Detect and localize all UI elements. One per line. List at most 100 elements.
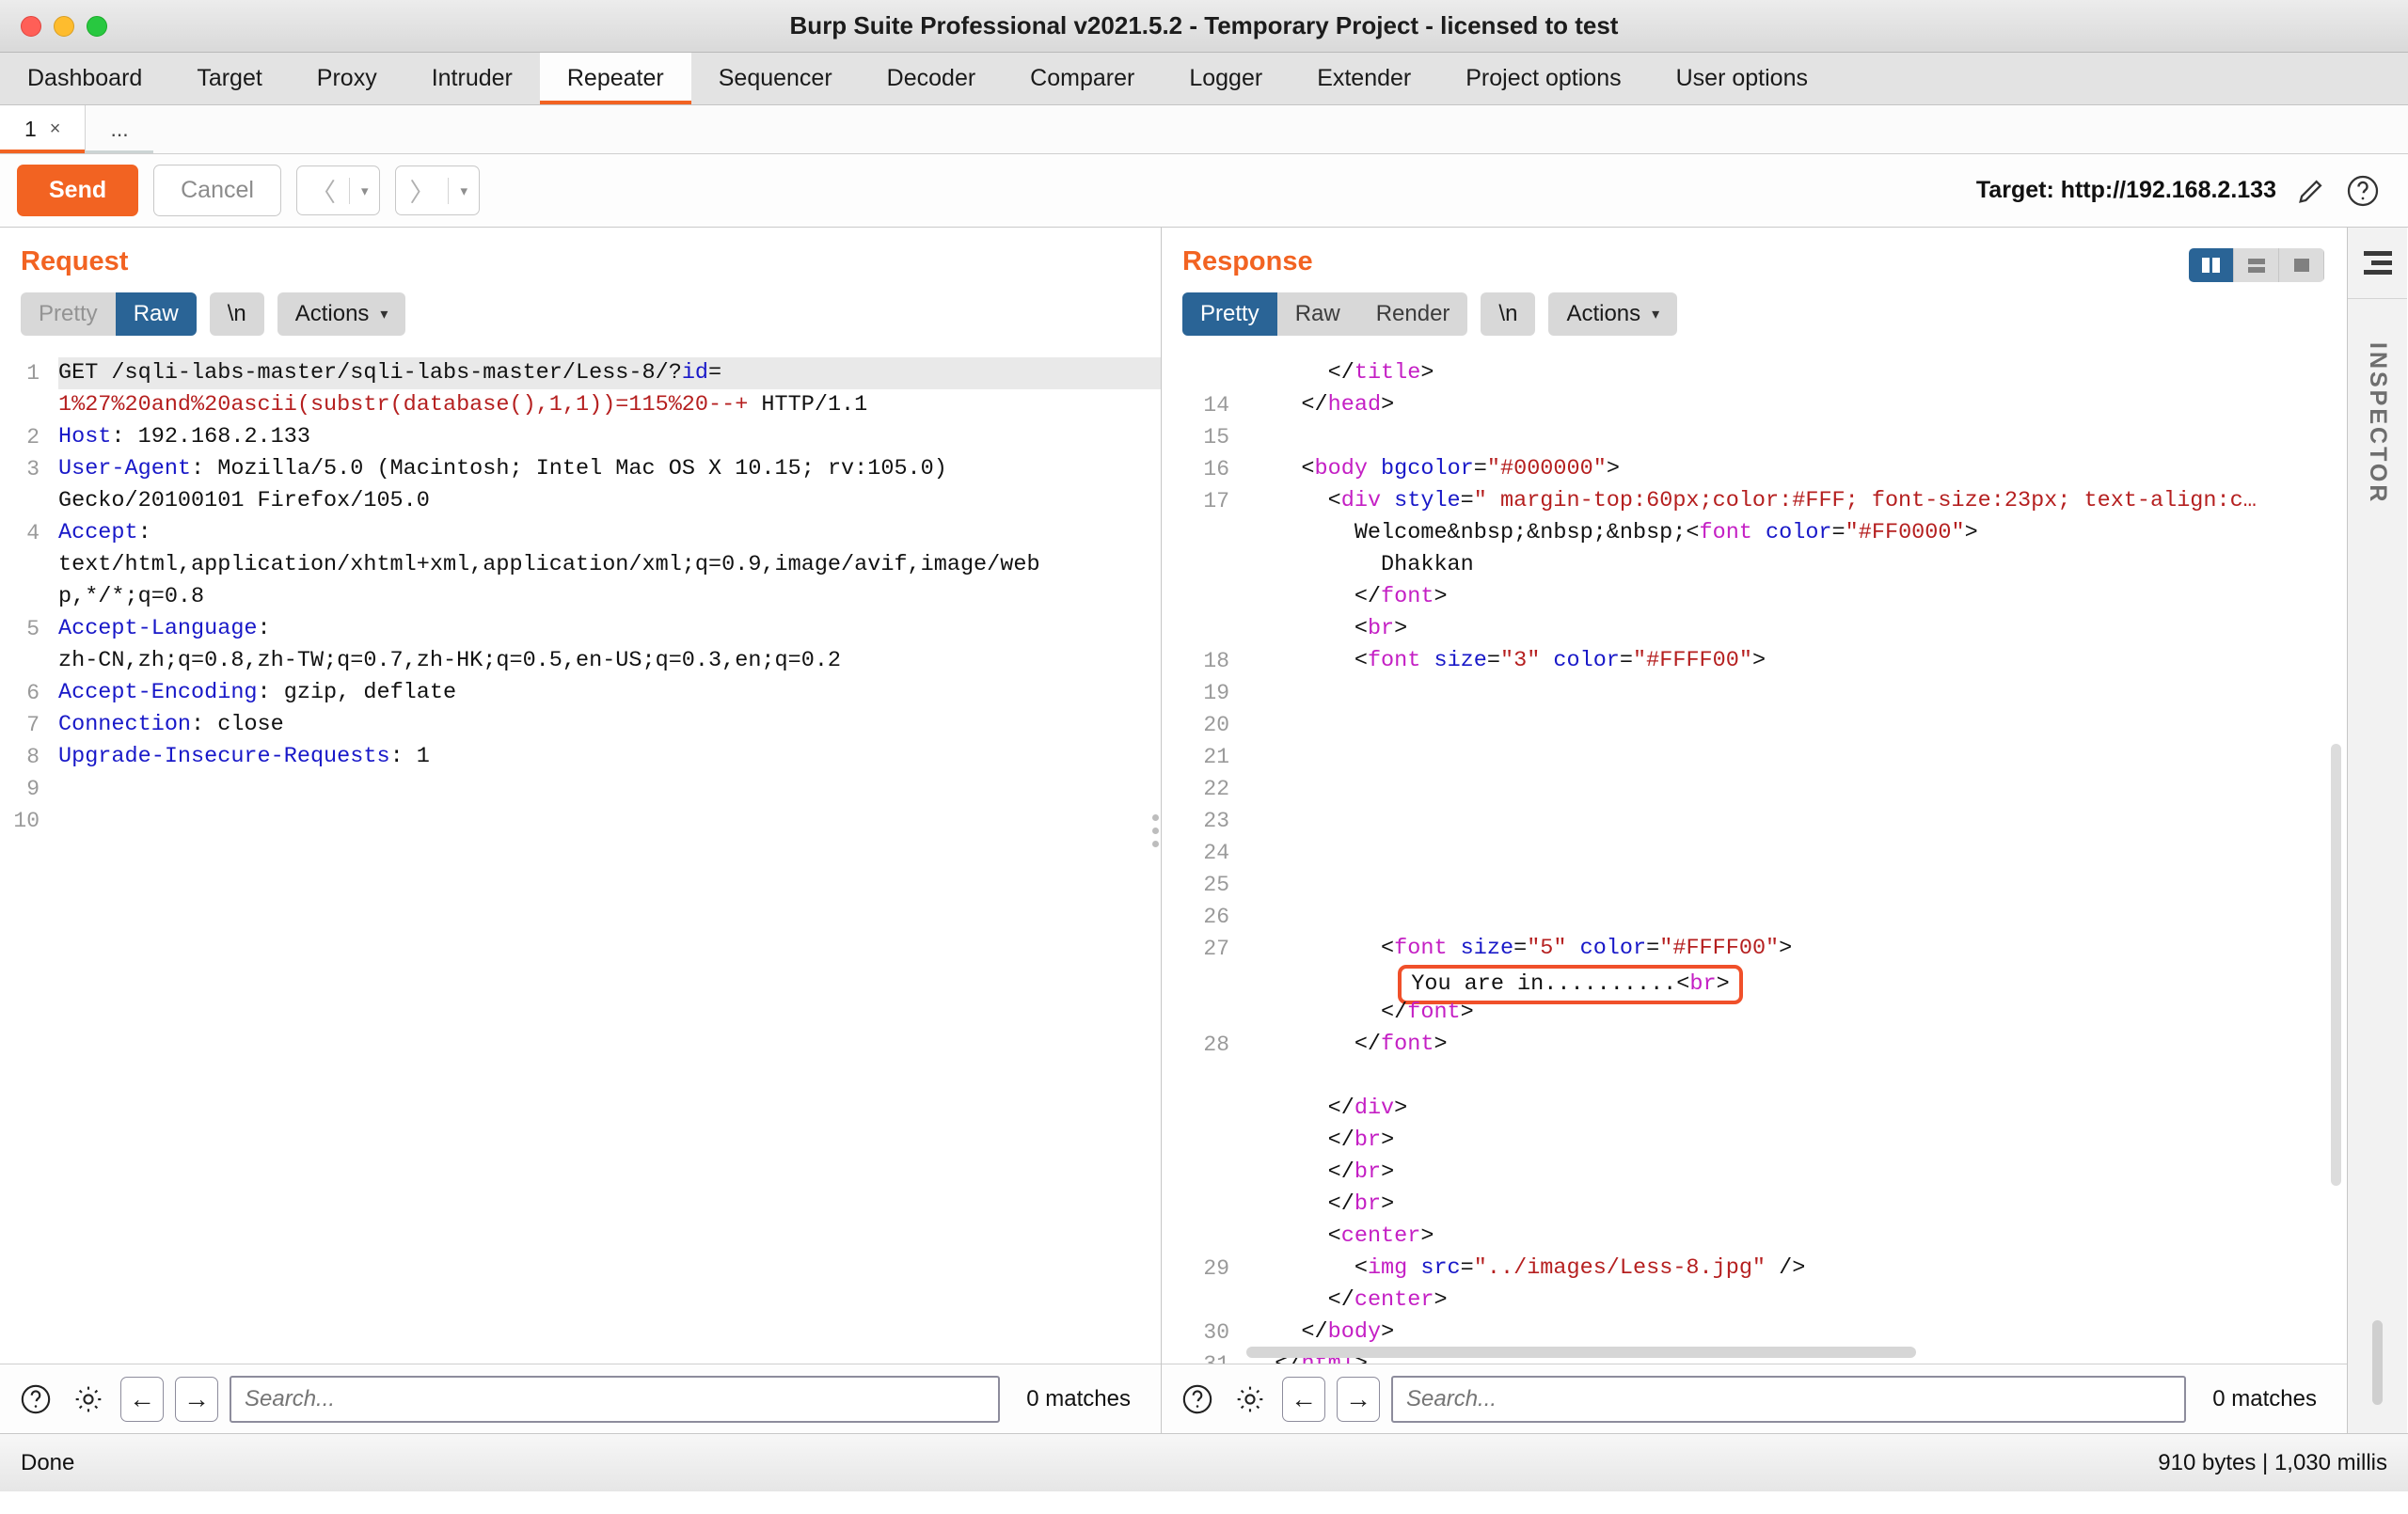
back-button[interactable]: 〈 ▾	[295, 166, 381, 215]
code-token: style	[1381, 488, 1461, 513]
pencil-icon[interactable]	[2295, 175, 2327, 207]
split-vertical-icon[interactable]	[2189, 248, 2234, 282]
code-line: </br>	[1248, 1189, 2347, 1221]
request-raw-tab[interactable]: Raw	[115, 292, 197, 336]
code-token: center	[1354, 1287, 1434, 1313]
code-token: body	[1327, 1319, 1382, 1345]
line-number: 14	[1203, 393, 1229, 418]
code-token: =	[1460, 488, 1474, 513]
close-icon[interactable]: ×	[50, 118, 61, 140]
gear-icon[interactable]	[1229, 1379, 1271, 1420]
code-token: >	[1779, 936, 1793, 961]
code-token: =	[1831, 520, 1846, 545]
request-editor[interactable]: 1 2 3 4 5 6 7 8 9 10 GET /sqli-labs-master/sqli-l…	[0, 349, 1161, 1364]
code-token: font	[1407, 1000, 1461, 1025]
code-token: =	[1513, 936, 1528, 961]
help-icon[interactable]	[15, 1379, 56, 1420]
code-line: <img src="../images/Less-8.jpg" />	[1248, 1253, 2347, 1285]
response-pretty-tab[interactable]: Pretty	[1182, 292, 1277, 336]
single-pane-icon[interactable]	[2279, 248, 2324, 282]
repeater-tab-more[interactable]: ...	[86, 105, 154, 153]
request-pretty-tab[interactable]: Pretty	[21, 292, 116, 336]
search-prev-button[interactable]: ←	[1282, 1376, 1325, 1422]
main-tab-repeater[interactable]: Repeater	[539, 53, 691, 104]
response-horizontal-scrollbar[interactable]	[1246, 1347, 2309, 1358]
gear-icon[interactable]	[68, 1379, 109, 1420]
main-tab-comparer[interactable]: Comparer	[1003, 53, 1162, 104]
line-number: 6	[26, 681, 40, 705]
request-newline-toggle[interactable]: \n	[209, 292, 264, 336]
code-token: bgcolor	[1367, 456, 1474, 481]
line-number: 17	[1203, 489, 1229, 513]
main-tab-logger[interactable]: Logger	[1162, 53, 1290, 104]
main-tab-decoder[interactable]: Decoder	[860, 53, 1004, 104]
main-tab-target[interactable]: Target	[169, 53, 289, 104]
code-line: <font size="3" color="#FFFF00">	[1248, 645, 2347, 677]
code-token: : 1	[389, 744, 430, 769]
panel-splitter[interactable]	[1146, 228, 1164, 1433]
code-token: Accept-Encoding	[58, 680, 258, 705]
repeater-tab-1[interactable]: 1 ×	[0, 105, 87, 153]
response-line-numbers: 14 15 16 17 18 19 20 21 22 23 24 25 26 27 28 29 30 31	[1162, 349, 1239, 1364]
forward-button[interactable]: 〉 ▾	[395, 166, 481, 215]
main-tab-extender[interactable]: Extender	[1290, 53, 1438, 104]
code-line: Accept:	[58, 517, 1161, 549]
code-line: </head>	[1248, 389, 2347, 421]
response-render-tab[interactable]: Render	[1358, 292, 1468, 336]
code-token: <	[1301, 456, 1315, 481]
inspector-menu-button[interactable]	[2348, 228, 2407, 299]
main-tab-project-options[interactable]: Project options	[1438, 53, 1648, 104]
main-tab-intruder[interactable]: Intruder	[404, 53, 540, 104]
main-tab-dashboard[interactable]: Dashboard	[0, 53, 169, 104]
code-token: =	[1460, 1255, 1474, 1281]
cancel-button[interactable]: Cancel	[153, 165, 281, 216]
response-editor[interactable]: 141516171819202122232425262728293031 </t…	[1162, 349, 2347, 1364]
request-search-input[interactable]	[230, 1375, 1001, 1423]
send-button[interactable]: Send	[17, 165, 139, 216]
split-horizontal-icon[interactable]	[2234, 248, 2279, 282]
line-number: 9	[26, 777, 40, 801]
response-search-bar: ← → 0 matches	[1162, 1364, 2347, 1433]
response-search-input[interactable]	[1391, 1375, 2187, 1423]
main-tab-proxy[interactable]: Proxy	[290, 53, 404, 104]
code-line: Upgrade-Insecure-Requests: 1	[58, 741, 1161, 773]
code-token: Accept	[58, 520, 138, 545]
chevron-down-icon[interactable]: ▾	[350, 182, 380, 199]
main-tab-user-options[interactable]: User options	[1649, 53, 1835, 104]
request-actions-button[interactable]: Actions ▾	[277, 292, 406, 336]
main-tab-sequencer[interactable]: Sequencer	[691, 53, 860, 104]
line-number	[0, 485, 49, 517]
request-code[interactable]: GET /sqli-labs-master/sqli-labs-master/L…	[49, 349, 1161, 1364]
line-number: 30	[1203, 1320, 1229, 1345]
response-panel: Response Pretty Raw Render \n Actions ▾	[1162, 228, 2347, 1433]
inspector-scrollbar[interactable]	[2372, 1320, 2383, 1405]
main-tab-label: User options	[1675, 65, 1808, 91]
code-line: Gecko/20100101 Firefox/105.0	[58, 485, 1161, 517]
inspector-label[interactable]: INSPECTOR	[2364, 342, 2391, 504]
code-token: " margin-top:60px;color:#FFF; font-size:…	[1473, 488, 2257, 513]
search-next-button[interactable]: →	[175, 1376, 218, 1422]
search-prev-button[interactable]: ←	[120, 1376, 164, 1422]
code-line: You are in..........<br>	[1248, 965, 2347, 1004]
code-token: 1%27%20and%20ascii(substr(database(),1,1…	[58, 392, 749, 418]
response-newline-toggle[interactable]: \n	[1481, 292, 1536, 336]
code-token: >	[1420, 360, 1434, 386]
chevron-down-icon[interactable]: ▾	[449, 182, 479, 199]
help-icon[interactable]	[1177, 1379, 1218, 1420]
response-actions-button[interactable]: Actions ▾	[1548, 292, 1678, 336]
code-token: :	[257, 616, 271, 641]
search-next-button[interactable]: →	[1337, 1376, 1380, 1422]
help-icon[interactable]	[2346, 174, 2380, 208]
response-vertical-scrollbar[interactable]	[2331, 744, 2341, 1186]
code-token: >	[1394, 1096, 1408, 1121]
response-raw-tab[interactable]: Raw	[1277, 292, 1358, 336]
response-code[interactable]: </title> </head> <body bgcolor="#000000"…	[1239, 349, 2347, 1364]
